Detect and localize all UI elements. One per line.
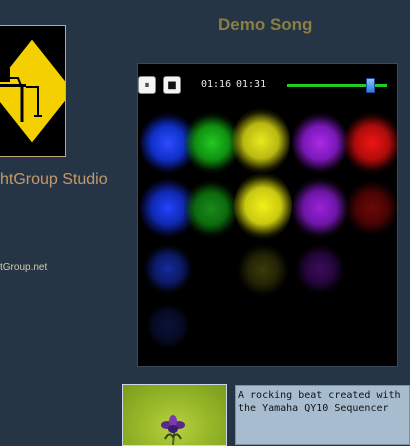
viz-blob-yellow-3 [238, 244, 288, 296]
viz-blob-purple-1 [292, 112, 348, 174]
total-time: 01:31 [236, 79, 267, 90]
studio-site-link[interactable]: tGroup.net [0, 262, 47, 273]
viz-blob-red-1 [344, 112, 397, 174]
viz-blob-green-2 [184, 180, 238, 238]
viz-blob-yellow-1 [232, 108, 290, 174]
viz-blob-blue-4 [148, 304, 188, 348]
stop-button[interactable]: ■ [163, 76, 181, 94]
stop-icon: ■ [167, 79, 177, 91]
seek-bar-thumb[interactable] [366, 78, 375, 93]
viz-blob-red-2 [346, 180, 397, 236]
song-title: Demo Song [218, 15, 313, 34]
elapsed-time: 01:16 [201, 79, 232, 90]
pause-button[interactable]: ⏸ [138, 76, 156, 94]
viz-blob-yellow-2 [234, 172, 292, 240]
viz-blob-purple-3 [296, 244, 344, 294]
pause-icon: ⏸ [144, 79, 150, 91]
viz-blob-blue-3 [144, 244, 192, 294]
audio-player: ⏸ ■ 01:16 01:31 [137, 63, 398, 367]
viz-blob-purple-2 [292, 178, 348, 238]
song-description: A rocking beat created with the Yamaha Q… [235, 385, 410, 445]
studio-name: htGroup Studio [0, 171, 108, 188]
studio-logo [0, 25, 66, 157]
